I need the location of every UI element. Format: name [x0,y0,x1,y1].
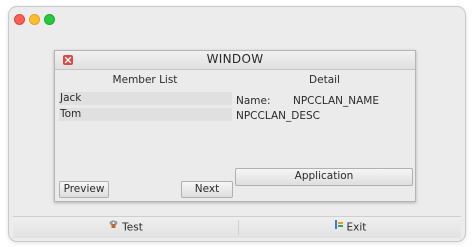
minimize-window-button[interactable] [29,14,40,25]
detail-heading: Detail [309,74,340,86]
test-label: Test [122,221,143,234]
exit-button[interactable]: Exit [239,217,461,238]
member-list-item-jack[interactable]: Jack [59,92,232,105]
npc-clan-window: WINDOW Member List Detail Jack Tom Name:… [54,50,416,202]
test-button[interactable]: Test [13,217,238,238]
app-titlebar [9,7,465,29]
exit-label: Exit [346,221,367,234]
application-button[interactable]: Application [235,168,413,186]
preview-button[interactable]: Preview [59,181,109,198]
test-icon [108,217,119,238]
close-window-button[interactable] [14,14,25,25]
window-titlebar: WINDOW [55,51,415,70]
name-value: NPCCLAN_NAME [293,95,379,107]
member-list-item-tom[interactable]: Tom [59,108,232,121]
exit-icon [334,217,344,238]
bottom-toolbar: Test Exit [13,216,461,238]
name-label: Name: [236,95,271,107]
next-button[interactable]: Next [181,181,233,198]
app-window: WINDOW Member List Detail Jack Tom Name:… [8,6,466,242]
description-value: NPCCLAN_DESC [236,110,320,122]
zoom-window-button[interactable] [44,14,55,25]
member-list-heading: Member List [112,74,178,86]
window-title: WINDOW [206,52,264,66]
